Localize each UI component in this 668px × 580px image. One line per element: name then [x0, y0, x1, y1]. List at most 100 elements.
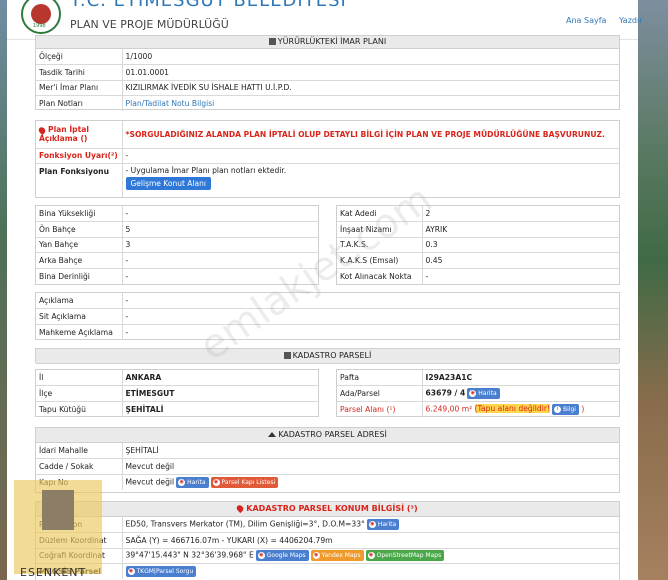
table-row: Bina Yüksekliği - — [36, 206, 318, 222]
location-section: KADASTRO PARSEL KONUM BİLGİSİ (³) Projek… — [35, 501, 620, 580]
map-icon: ◉ — [178, 478, 186, 486]
table-cell: - — [122, 308, 619, 325]
location-header: KADASTRO PARSEL KONUM BİLGİSİ (³) — [36, 502, 619, 517]
map-icon: ◉ — [368, 521, 376, 528]
table-row: İl ANKARA — [36, 370, 318, 386]
table-cell: Plan Notları — [36, 95, 123, 111]
background-left — [0, 0, 7, 580]
table-cell: ◉ TKGM|Parsel Sorgu — [122, 564, 619, 580]
google-icon: ◉ — [257, 552, 265, 560]
map-button[interactable]: ◉ Harita — [467, 387, 500, 399]
info-button[interactable]: i Bilgi — [552, 403, 579, 415]
table-cell: Sit Açıklama — [36, 308, 123, 325]
address-section: KADASTRO PARSEL ADRESİ İdari Mahalle ŞEHİ… — [35, 427, 620, 493]
table-row: Pafta I29A23A1C — [337, 370, 619, 386]
table-cell: Bina Yüksekliği — [36, 206, 123, 222]
table-cell: 01.01.0001 — [122, 64, 619, 81]
function-button[interactable]: Gelişme Konut Alanı — [125, 177, 211, 190]
table-cell: Cadde / Sokak — [36, 458, 123, 475]
megsis-button[interactable]: ◉ TKGM|Parsel Sorgu — [125, 566, 197, 577]
table-cell: AYRIK — [422, 221, 619, 238]
nav-home-link[interactable]: Ana Sayfa — [566, 16, 606, 25]
door-list-button[interactable]: ◉ Parsel Kapı Listesi — [210, 476, 279, 488]
table-cell: Plan/Tadilat Notu Bilgisi — [122, 96, 619, 112]
table-row: Açıklama - — [36, 293, 619, 309]
table-cell: Parsel Alanı (¹) — [337, 401, 423, 417]
map-icon: ◉ — [469, 389, 477, 397]
table-cell: İlçe — [36, 385, 123, 402]
list-icon: ◉ — [212, 478, 220, 486]
table-cell: - — [122, 148, 619, 164]
table-cell: SAĞA (Y) = 466716.07m - YUKARI (X) = 440… — [122, 532, 619, 549]
table-row: Sit Açıklama - — [36, 308, 619, 325]
table-cell: 2 — [422, 206, 619, 222]
table-row: Plan Fonksiyonu - Uygulama İmar Planı pla… — [36, 163, 619, 197]
table-cell: - — [122, 293, 619, 309]
cancel-label: Plan İptal Açıklama () — [36, 121, 123, 149]
page-subtitle: PLAN VE PROJE MÜDÜRLÜĞÜ — [70, 18, 229, 31]
table-row: Ada/Parsel 63679 / 4 ◉ Harita — [337, 385, 619, 402]
table-row: Ön Bahçe 5 — [36, 221, 318, 238]
table-cell: ANKARA — [122, 370, 318, 386]
table-cell: 5 — [122, 221, 318, 238]
osm-icon: ◉ — [367, 552, 375, 560]
municipality-logo: 1998 — [21, 0, 61, 34]
yandex-icon: ◉ — [312, 552, 320, 560]
table-row: ProjeksiyonED50, Transvers Merkator (TM)… — [36, 517, 619, 533]
plan-cancel-section: Plan İptal Açıklama () *SORGULADIĞINIZ AL… — [35, 120, 620, 198]
table-cell: Pafta — [337, 370, 423, 386]
table-cell: 0.45 — [422, 252, 619, 269]
table-cell: Ön Bahçe — [36, 221, 123, 238]
table-cell: Mer'i İmar Planı — [36, 80, 123, 96]
table-row: Düzlem KoordinatSAĞA (Y) = 466716.07m - … — [36, 532, 619, 549]
home-icon — [268, 432, 277, 437]
plan-header: YÜRÜRLÜKTEKİ İMAR PLANI — [36, 36, 619, 49]
table-row: İlçe ETİMESGUT — [36, 385, 318, 402]
table-row: Cadde / Sokak Mevcut değil — [36, 458, 619, 475]
table-cell: Mevcut değil ◉ Harita ◉ Parsel Kapı Listesi — [122, 474, 619, 490]
table-cell: - — [425, 271, 429, 281]
table-cell: Plan Fonksiyonu — [36, 163, 123, 197]
cancel-warning: *SORGULADIĞINIZ ALANDA PLAN İPTALİ OLUP … — [122, 121, 619, 149]
table-cell: Ölçeği — [36, 49, 123, 65]
cadastre-header-box: KADASTRO PARSELİ — [35, 348, 620, 364]
table-row: Mer'i İmar Planı KIZILIRMAK İVEDİK SU İSH… — [36, 80, 619, 96]
table-row: Plan İptal Açıklama () *SORGULADIĞINIZ AL… — [36, 121, 619, 149]
table-cell: Mevcut değil — [122, 458, 619, 475]
osm-button[interactable]: ◉ OpenStreetMap Maps — [365, 550, 445, 562]
table-row: Parsel Alanı (¹) 6.249,00 m² (Tapu alanı … — [337, 401, 619, 417]
document-icon — [268, 38, 276, 45]
table-cell: KIZILIRMAK İVEDİK SU İSHALE HATTI U.İ.P.… — [122, 80, 619, 96]
table-row: Yan Bahçe 3 — [36, 237, 318, 253]
table-row: Fonksiyon Uyarı(²) - — [36, 148, 619, 164]
logo-emblem-icon — [31, 4, 51, 24]
google-maps-button[interactable]: ◉ Google Maps — [255, 550, 309, 562]
table-cell: ETİMESGUT — [122, 385, 318, 402]
table-cell: ŞEHİTALİ — [122, 443, 619, 459]
map-button[interactable]: ◉ Harita — [176, 476, 209, 488]
table-cell: Arka Bahçe — [36, 252, 123, 269]
grid-icon — [283, 352, 291, 359]
table-row: Kapı NoMevcut değil◉Harita◉Parsel Kapı L… — [36, 474, 619, 490]
plan-section: YÜRÜRLÜKTEKİ İMAR PLANI Ölçeği 1/1000 Tas… — [35, 35, 620, 112]
background-right — [638, 0, 668, 580]
table-cell: Mahkeme Açıklama — [36, 324, 123, 340]
yandex-maps-button[interactable]: ◉ Yandex Maps — [310, 550, 364, 562]
table-cell: 39°47'15.443" N 32°36'39.968" E ◉ Google M… — [122, 548, 619, 564]
table-cell: Tasdik Tarihi — [36, 64, 123, 81]
plan-notes-link[interactable]: Plan/Tadilat Notu Bilgisi — [126, 99, 215, 108]
table-cell: ŞEHİTALİ — [125, 404, 164, 414]
table-row: Mahkeme Açıklama - — [36, 324, 619, 340]
watermark-logo: ESENKENT — [14, 480, 102, 579]
table-cell: 63679 / 4 ◉ Harita — [422, 385, 619, 402]
table-cell: Tapu Kütüğü — [36, 401, 123, 417]
page-header: 1998 T.C. ETİMESGUT BELEDİYESİ PLAN VE P… — [7, 0, 642, 40]
cadastre-header: KADASTRO PARSELİ — [36, 349, 619, 364]
map-button[interactable]: ◉ Harita — [366, 519, 400, 530]
nav-print-link[interactable]: Yazdır — [619, 16, 642, 25]
table-cell: Bina Derinliği — [36, 268, 123, 284]
table-row: Ölçeği 1/1000 — [36, 49, 619, 65]
page-title: T.C. ETİMESGUT BELEDİYESİ — [70, 0, 347, 11]
cadastre-left: İl ANKARA İlçe ETİMESGUT Tapu Kütüğü ŞEHİTA… — [35, 369, 319, 417]
table-row: Tapu Kütüğü ŞEHİTALİ — [36, 401, 318, 417]
